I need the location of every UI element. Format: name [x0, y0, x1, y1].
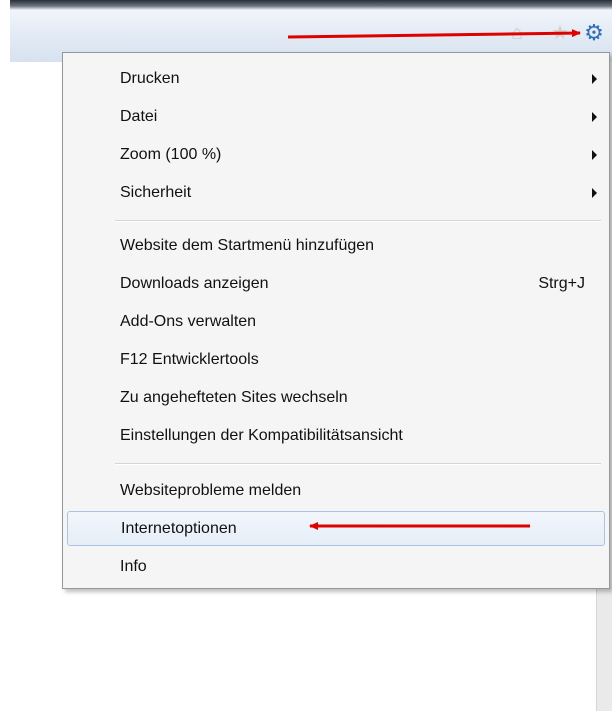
menu-item-label: Einstellungen der Kompatibilitätsansicht [120, 426, 403, 444]
submenu-arrow-icon [592, 73, 597, 84]
menu-item-downloads[interactable]: Downloads anzeigen Strg+J [67, 266, 605, 301]
menu-item-label: Datei [120, 107, 158, 125]
menu-item-label: Info [120, 557, 147, 575]
menu-item-sicherheit[interactable]: Sicherheit [67, 175, 605, 210]
menu-item-shortcut: Strg+J [538, 274, 585, 292]
submenu-arrow-icon [592, 111, 597, 122]
menu-item-label: Zu angehefteten Sites wechseln [120, 388, 348, 406]
menu-item-drucken[interactable]: Drucken [67, 61, 605, 96]
menu-item-datei[interactable]: Datei [67, 99, 605, 134]
menu-item-label: Websiteprobleme melden [120, 481, 302, 499]
menu-item-label: Add-Ons verwalten [120, 312, 257, 330]
menu-item-add-to-start-menu[interactable]: Website dem Startmenü hinzufügen [67, 228, 605, 263]
home-icon[interactable]: ⌂ [506, 22, 528, 44]
menu-item-label: Website dem Startmenü hinzufügen [120, 236, 375, 254]
gear-icon[interactable]: ⚙ [583, 22, 605, 44]
submenu-arrow-icon [592, 187, 597, 198]
menu-item-label: Downloads anzeigen [120, 274, 269, 292]
menu-item-label: Zoom (100 %) [120, 145, 222, 163]
window-frame-shade [10, 0, 612, 10]
menu-item-report-problems[interactable]: Websiteprobleme melden [67, 473, 605, 508]
star-icon[interactable]: ★ [549, 22, 571, 44]
tools-menu: Drucken Datei Zoom (100 %) Sicherheit We… [62, 52, 610, 589]
screenshot-stage: ⌂ ★ ⚙ Drucken Datei Zoom (100 %) Sicherh… [0, 0, 612, 711]
menu-item-zoom[interactable]: Zoom (100 %) [67, 137, 605, 172]
menu-item-info[interactable]: Info [67, 549, 605, 584]
menu-item-label: F12 Entwicklertools [120, 350, 259, 368]
menu-item-manage-addons[interactable]: Add-Ons verwalten [67, 304, 605, 339]
menu-item-label: Sicherheit [120, 183, 192, 201]
menu-separator [115, 220, 601, 222]
menu-item-compat-view[interactable]: Einstellungen der Kompatibilitätsansicht [67, 418, 605, 453]
menu-item-label: Drucken [120, 69, 180, 87]
menu-item-internet-options[interactable]: Internetoptionen [67, 511, 605, 546]
menu-item-label: Internetoptionen [121, 519, 237, 537]
menu-separator [115, 463, 601, 465]
submenu-arrow-icon [592, 149, 597, 160]
menu-item-devtools[interactable]: F12 Entwicklertools [67, 342, 605, 377]
menu-item-pinned-sites[interactable]: Zu angehefteten Sites wechseln [67, 380, 605, 415]
